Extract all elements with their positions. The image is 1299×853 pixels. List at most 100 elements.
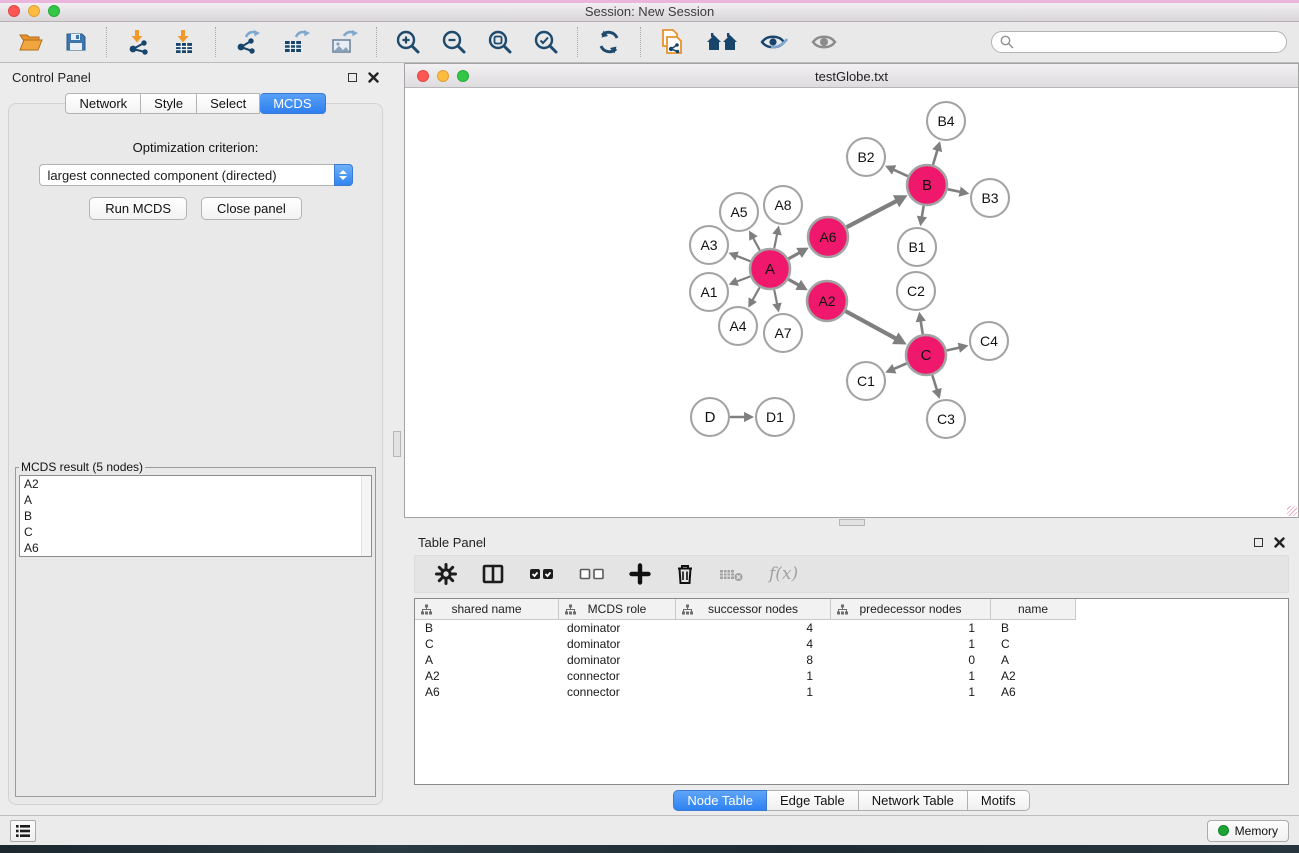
mcds-result-fieldset: MCDS result (5 nodes) A2ABCA6 (15, 460, 376, 797)
hide-graphics-details-button[interactable] (805, 28, 843, 56)
table-cell[interactable]: dominator (559, 637, 676, 651)
vertical-splitter[interactable] (391, 63, 404, 815)
table-cell[interactable]: 1 (831, 685, 991, 699)
table-cell[interactable]: 8 (676, 653, 831, 667)
tab-node-table[interactable]: Node Table (673, 790, 767, 811)
table-cell[interactable]: A6 (415, 685, 559, 699)
table-body: Bdominator41BCdominator41CAdominator80AA… (415, 620, 1288, 700)
table-row[interactable]: Cdominator41C (415, 636, 1288, 652)
search-input[interactable] (1019, 35, 1278, 49)
close-table-panel-button[interactable] (1274, 537, 1285, 548)
apply-layout-button[interactable] (592, 27, 626, 57)
run-mcds-button[interactable]: Run MCDS (89, 197, 187, 220)
zoom-fit-button[interactable] (483, 27, 517, 57)
column-header[interactable]: predecessor nodes (831, 599, 991, 620)
network-from-selection-button[interactable] (655, 26, 689, 58)
zoom-out-button[interactable] (437, 27, 471, 57)
table-cell[interactable]: dominator (559, 653, 676, 667)
table-row[interactable]: Bdominator41B (415, 620, 1288, 636)
table-cell[interactable]: 1 (676, 669, 831, 683)
horizontal-splitter[interactable] (404, 518, 1299, 528)
table-cell[interactable]: 1 (831, 621, 991, 635)
float-table-panel-button[interactable] (1254, 538, 1263, 547)
table-cell[interactable]: 4 (676, 637, 831, 651)
table-cell[interactable]: B (991, 621, 1076, 635)
splitter-handle[interactable] (839, 519, 865, 526)
criterion-dropdown[interactable]: largest connected component (directed) (39, 164, 353, 186)
graph-edge-B-B1 (922, 207, 924, 217)
column-type-icon (421, 604, 432, 615)
create-column-button[interactable] (629, 563, 651, 585)
save-session-button[interactable] (60, 28, 92, 56)
table-cell[interactable]: B (415, 621, 559, 635)
table-cell[interactable]: A6 (991, 685, 1076, 699)
first-neighbors-button[interactable] (701, 28, 743, 56)
tab-mcds[interactable]: MCDS (260, 93, 325, 114)
node-table: shared nameMCDS rolesuccessor nodesprede… (414, 598, 1289, 785)
table-cell[interactable]: 0 (831, 653, 991, 667)
splitter-handle[interactable] (393, 431, 401, 457)
open-session-button[interactable] (14, 28, 48, 56)
delete-column-button[interactable] (675, 563, 695, 585)
table-cell[interactable]: C (415, 637, 559, 651)
task-history-button[interactable] (10, 820, 36, 842)
close-panel-button[interactable] (368, 72, 379, 83)
network-graph[interactable]: B4B2BB3A5A8A6A3B1AA1C2A2A4A7C4CC1DD1C3 (405, 88, 1298, 516)
zoom-selected-button[interactable] (529, 27, 563, 57)
export-image-button[interactable] (326, 27, 362, 57)
mcds-result-list[interactable]: A2ABCA6 (19, 475, 372, 557)
column-header[interactable]: name (991, 599, 1076, 620)
mcds-result-item[interactable]: B (20, 508, 371, 524)
export-table-icon (282, 29, 310, 55)
mcds-result-item[interactable]: A6 (20, 540, 371, 556)
column-header-label: MCDS role (559, 602, 675, 616)
table-cell[interactable]: A (991, 653, 1076, 667)
table-cell[interactable]: 4 (676, 621, 831, 635)
table-settings-button[interactable] (435, 563, 457, 585)
tab-select[interactable]: Select (197, 93, 260, 114)
table-cell[interactable]: 1 (831, 637, 991, 651)
graph-node-label: A5 (730, 204, 747, 220)
table-cell[interactable]: 1 (676, 685, 831, 699)
float-panel-button[interactable] (348, 73, 357, 82)
memory-button[interactable]: Memory (1207, 820, 1289, 842)
show-graphics-details-button[interactable] (755, 28, 793, 56)
column-layout-button[interactable] (481, 563, 505, 585)
table-row[interactable]: Adominator80A (415, 652, 1288, 668)
deselect-all-columns-button[interactable] (579, 565, 605, 583)
tab-style[interactable]: Style (141, 93, 197, 114)
table-header-row: shared nameMCDS rolesuccessor nodesprede… (415, 599, 1288, 620)
column-header[interactable]: successor nodes (676, 599, 831, 620)
table-cell[interactable]: A (415, 653, 559, 667)
tab-network-table[interactable]: Network Table (859, 790, 968, 811)
zoom-out-icon (441, 29, 467, 55)
network-canvas[interactable]: B4B2BB3A5A8A6A3B1AA1C2A2A4A7C4CC1DD1C3 (405, 88, 1298, 517)
export-network-button[interactable] (230, 27, 266, 57)
close-panel-action-button[interactable]: Close panel (201, 197, 302, 220)
tab-motifs[interactable]: Motifs (968, 790, 1030, 811)
table-cell[interactable]: dominator (559, 621, 676, 635)
mcds-result-title: MCDS result (5 nodes) (19, 460, 145, 474)
zoom-in-button[interactable] (391, 27, 425, 57)
table-cell[interactable]: C (991, 637, 1076, 651)
table-row[interactable]: A2connector11A2 (415, 668, 1288, 684)
table-cell[interactable]: connector (559, 685, 676, 699)
import-table-button[interactable] (167, 27, 201, 57)
table-cell[interactable]: 1 (831, 669, 991, 683)
mcds-result-item[interactable]: A2 (20, 476, 371, 492)
tab-edge-table[interactable]: Edge Table (767, 790, 859, 811)
export-table-button[interactable] (278, 27, 314, 57)
column-header[interactable]: shared name (415, 599, 559, 620)
table-row[interactable]: A6connector11A6 (415, 684, 1288, 700)
select-all-columns-button[interactable] (529, 565, 555, 583)
tab-network[interactable]: Network (65, 93, 141, 114)
mcds-result-item[interactable]: C (20, 524, 371, 540)
import-network-button[interactable] (121, 27, 155, 57)
table-cell[interactable]: connector (559, 669, 676, 683)
table-toolbar: f(x) (414, 555, 1289, 593)
table-cell[interactable]: A2 (415, 669, 559, 683)
trash-icon (675, 563, 695, 585)
mcds-result-item[interactable]: A (20, 492, 371, 508)
table-cell[interactable]: A2 (991, 669, 1076, 683)
column-header[interactable]: MCDS role (559, 599, 676, 620)
